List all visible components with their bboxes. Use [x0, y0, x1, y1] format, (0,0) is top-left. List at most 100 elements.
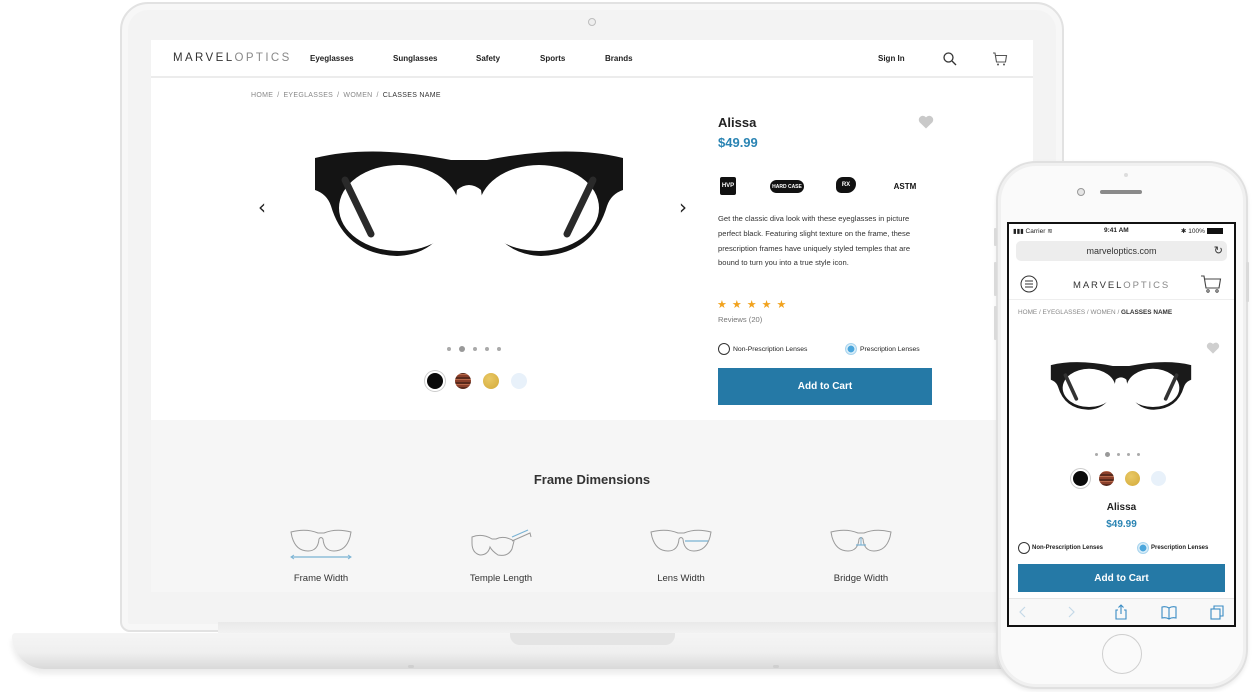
dimension-temple-length: Temple Length — [431, 527, 571, 584]
phone-sensor — [1124, 173, 1128, 177]
color-swatches — [427, 373, 527, 389]
battery-label: ✱ 100% — [1181, 227, 1223, 235]
product-image — [315, 151, 623, 256]
mobile-header: MARVELOPTICS — [1009, 266, 1234, 300]
breadcrumb: HOME / EYEGLASSES / WOMEN / CLASSES NAME — [251, 92, 441, 99]
breadcrumb-women[interactable]: WOMEN — [343, 92, 372, 99]
brand-logo[interactable]: MARVELOPTICS — [173, 52, 292, 64]
gallery-dot[interactable] — [1117, 453, 1120, 456]
url-text: marveloptics.com — [1086, 246, 1157, 256]
laptop-camera — [588, 18, 596, 26]
laptop-notch — [510, 633, 675, 645]
breadcrumb-current: GLASSES NAME — [1121, 309, 1173, 316]
gallery-prev-button[interactable]: ‹ — [258, 195, 266, 219]
status-bar: ▮▮▮ Carrier ≋ 9:41 AM ✱ 100% — [1009, 224, 1234, 238]
search-icon[interactable] — [942, 51, 958, 67]
frame-width-icon — [290, 529, 352, 560]
astm-badge-icon: ASTM — [893, 181, 917, 191]
product-name: Alissa — [718, 115, 757, 130]
breadcrumb-home[interactable]: HOME — [251, 92, 273, 99]
swatch-clear[interactable] — [1151, 471, 1166, 486]
dimension-label: Temple Length — [469, 573, 533, 584]
share-icon[interactable] — [1113, 604, 1129, 620]
gallery-dot[interactable] — [1137, 453, 1140, 456]
phone-camera — [1077, 188, 1085, 196]
bookmarks-icon[interactable] — [1161, 604, 1177, 620]
radio-button[interactable] — [1018, 542, 1030, 554]
breadcrumb-separator: / — [337, 92, 340, 99]
breadcrumb-home[interactable]: HOME — [1018, 309, 1037, 316]
back-icon[interactable] — [1015, 604, 1031, 620]
gallery-dot[interactable] — [459, 346, 465, 352]
phone-home-button[interactable] — [1102, 634, 1142, 674]
reviews-link[interactable]: Reviews (20) — [718, 315, 762, 324]
swatch-tortoise[interactable] — [455, 373, 471, 389]
option-label: Prescription Lenses — [860, 345, 920, 353]
laptop-foot — [773, 665, 779, 668]
cart-icon[interactable] — [1200, 274, 1222, 294]
lens-width-icon — [650, 529, 712, 552]
prescription-option[interactable]: Prescription Lenses — [1137, 542, 1208, 554]
forward-icon[interactable] — [1063, 604, 1079, 620]
phone-button — [994, 262, 997, 296]
non-prescription-option[interactable]: Non-Prescription Lenses — [1018, 542, 1103, 554]
non-prescription-option[interactable]: Non-Prescription Lenses — [718, 343, 807, 355]
dimension-label: Lens Width — [657, 573, 705, 584]
brand-bold: MARVEL — [1073, 280, 1124, 291]
prescription-option[interactable]: Prescription Lenses — [845, 343, 920, 355]
cart-icon[interactable] — [992, 51, 1008, 67]
breadcrumb-women[interactable]: WOMEN — [1090, 309, 1115, 316]
nav-eyeglasses[interactable]: Eyeglasses — [310, 54, 354, 63]
radio-button-selected[interactable] — [1137, 542, 1149, 554]
mobile-screen: ▮▮▮ Carrier ≋ 9:41 AM ✱ 100% marveloptic… — [1007, 222, 1236, 627]
add-to-cart-button[interactable]: Add to Cart — [1018, 564, 1225, 592]
hamburger-menu-icon[interactable] — [1020, 275, 1038, 293]
heart-icon[interactable] — [1206, 342, 1220, 354]
gallery-dot[interactable] — [447, 347, 451, 351]
rx-badge-icon: RX — [836, 177, 856, 193]
temple-length-icon — [471, 529, 532, 556]
gallery-next-button[interactable]: › — [679, 195, 687, 219]
gallery-dot[interactable] — [497, 347, 501, 351]
star-rating: ★★★★★ — [717, 299, 792, 311]
swatch-clear[interactable] — [511, 373, 527, 389]
gallery-dot[interactable] — [1105, 452, 1110, 457]
browser-toolbar — [1009, 598, 1234, 625]
option-label: Prescription Lenses — [1151, 545, 1209, 551]
swatch-tortoise[interactable] — [1099, 471, 1114, 486]
nav-sports[interactable]: Sports — [540, 54, 565, 63]
reload-icon[interactable]: ↻ — [1214, 244, 1223, 257]
radio-button-selected[interactable] — [845, 343, 857, 355]
dimension-bridge-width: Bridge Width — [791, 527, 931, 584]
mobile-breadcrumb: HOME / EYEGLASSES / WOMEN / GLASSES NAME — [1018, 309, 1173, 316]
gallery-dot[interactable] — [485, 347, 489, 351]
product-price: $49.99 — [1106, 519, 1137, 530]
tabs-icon[interactable] — [1209, 604, 1225, 620]
nav-safety[interactable]: Safety — [476, 54, 500, 63]
hvp-badge-icon: HVP — [720, 177, 736, 195]
gallery-pagination — [1095, 452, 1140, 457]
product-name: Alissa — [1106, 502, 1137, 513]
gallery-dot[interactable] — [1127, 453, 1130, 456]
add-to-cart-button[interactable]: Add to Cart — [718, 368, 932, 405]
swatch-black[interactable] — [427, 373, 443, 389]
url-bar[interactable]: marveloptics.com ↻ — [1016, 241, 1227, 261]
hard-case-badge-icon: HARD CASE — [770, 180, 804, 193]
sign-in-link[interactable]: Sign In — [878, 54, 905, 63]
nav-brands[interactable]: Brands — [605, 54, 633, 63]
phone-button — [994, 228, 997, 246]
brand-logo[interactable]: MARVELOPTICS — [1073, 280, 1170, 291]
heart-icon[interactable] — [918, 115, 934, 129]
breadcrumb-eyeglasses[interactable]: EYEGLASSES — [283, 92, 333, 99]
phone-button — [1246, 262, 1249, 302]
gallery-dot[interactable] — [473, 347, 477, 351]
gallery-dot[interactable] — [1095, 453, 1098, 456]
dimension-label: Frame Width — [293, 573, 349, 584]
option-label: Non-Prescription Lenses — [1032, 545, 1104, 551]
swatch-gold[interactable] — [483, 373, 499, 389]
swatch-black[interactable] — [1073, 471, 1088, 486]
radio-button[interactable] — [718, 343, 730, 355]
swatch-gold[interactable] — [1125, 471, 1140, 486]
breadcrumb-eyeglasses[interactable]: EYEGLASSES — [1043, 309, 1086, 316]
nav-sunglasses[interactable]: Sunglasses — [393, 54, 437, 63]
